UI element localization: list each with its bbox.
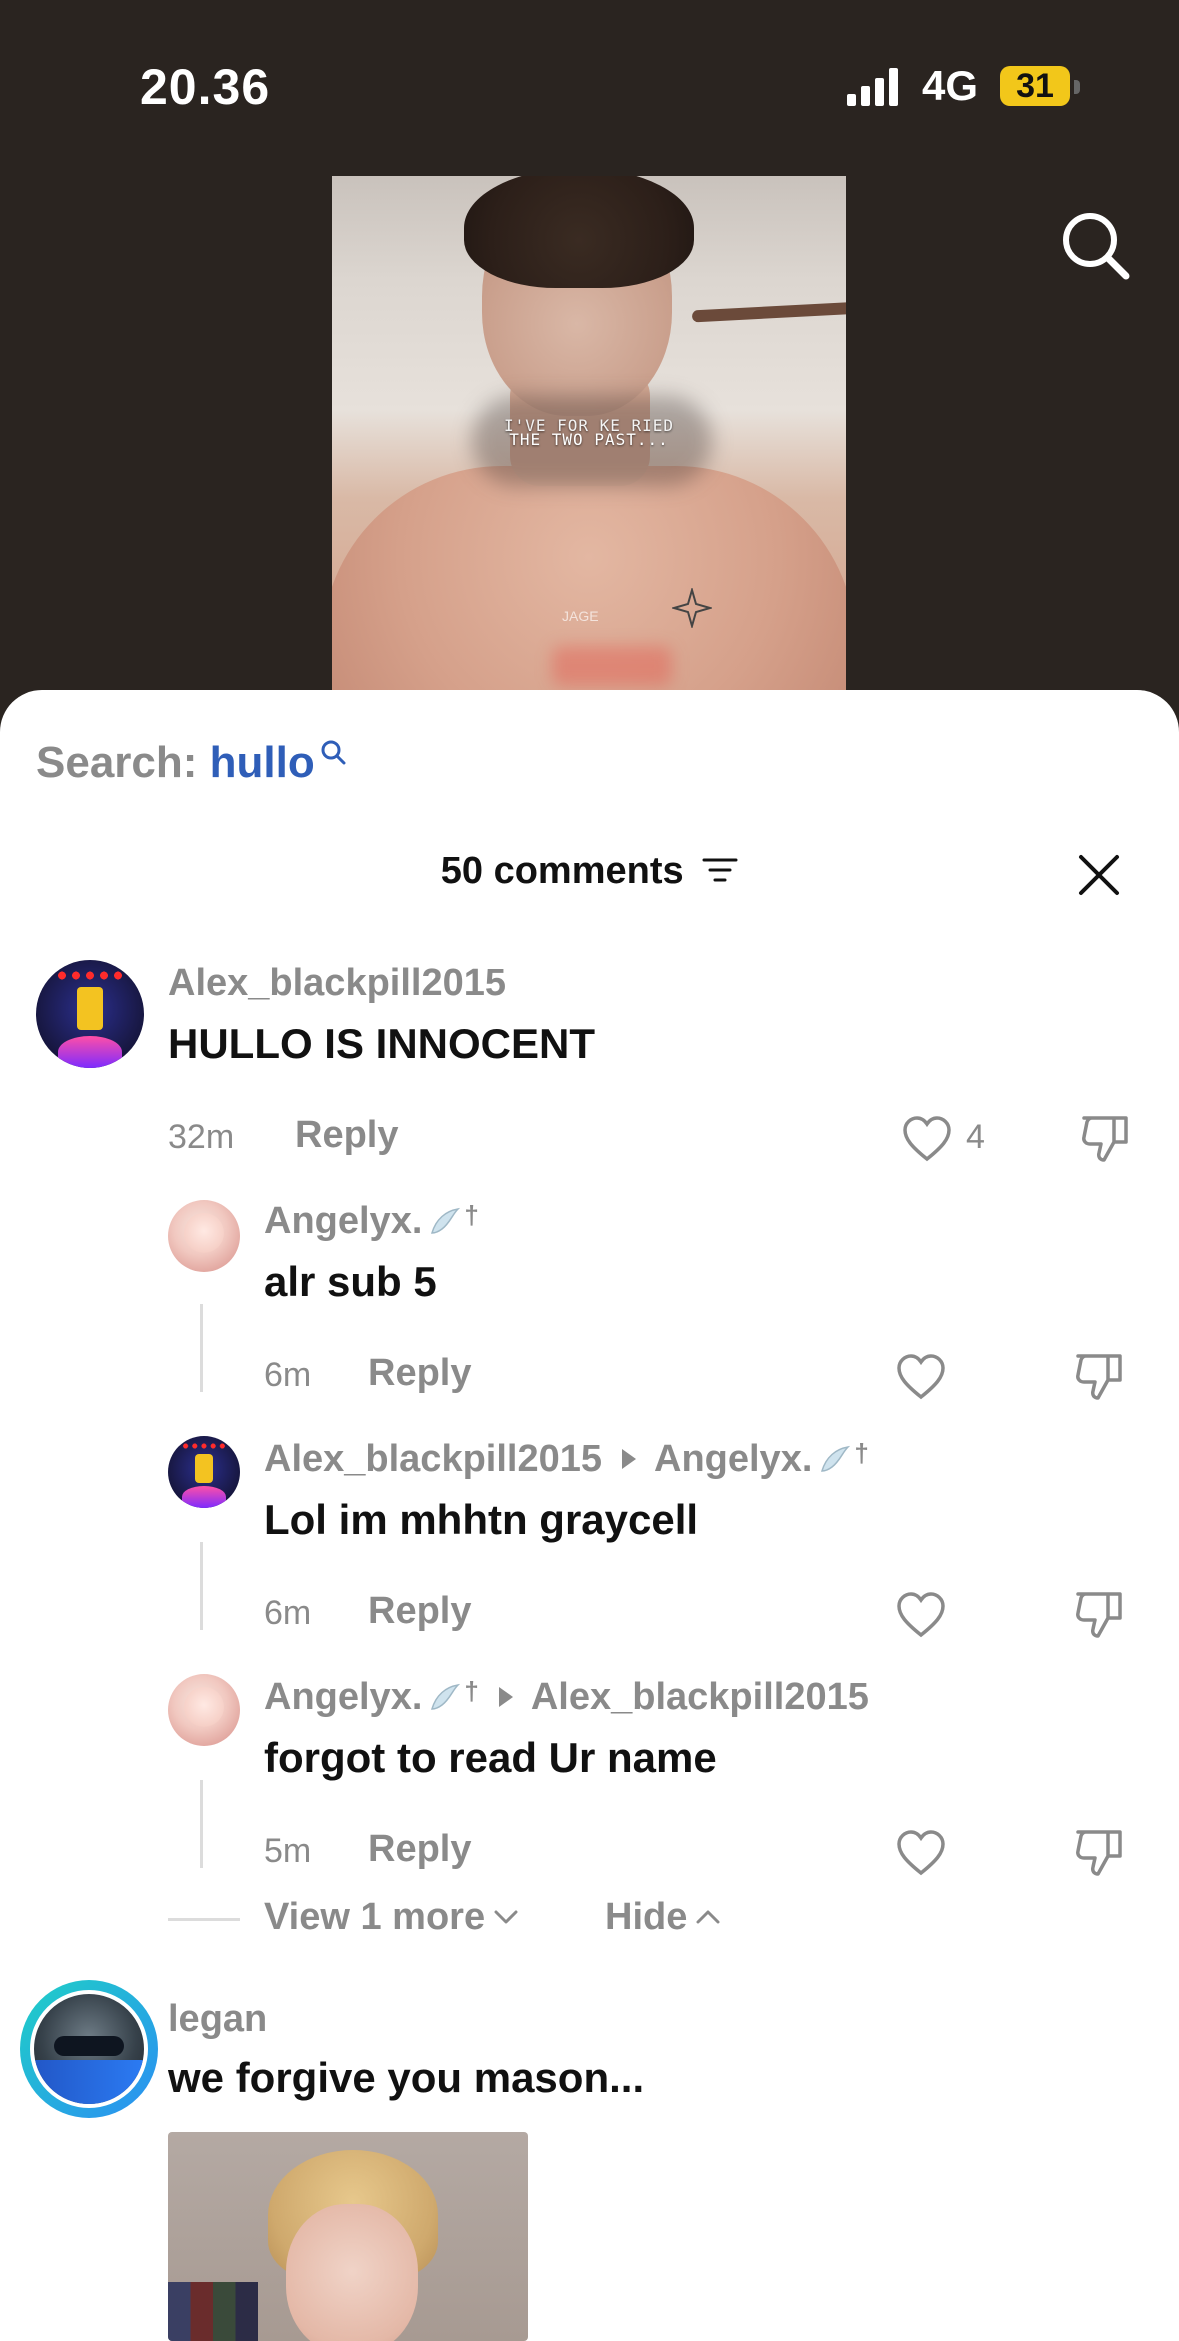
avatar-sunglasses	[53, 2035, 125, 2056]
username-text: Alex_blackpill2015	[264, 1438, 602, 1480]
avatar-sun	[182, 1486, 226, 1508]
comments-sheet: Search: hullo 50 comments Alex_blackpill…	[0, 690, 1179, 2341]
comment-username[interactable]: Alex_blackpill2015	[168, 962, 506, 1005]
reply-button[interactable]: Reply	[368, 1590, 471, 1633]
comment-age: 5m	[264, 1832, 312, 1870]
avatar-face	[183, 1686, 225, 1728]
heart-icon[interactable]	[896, 1830, 946, 1876]
status-bar: 20.36 4G 31	[0, 0, 1179, 170]
avatar-face	[183, 1212, 225, 1254]
wing-icon	[431, 1207, 461, 1234]
avatar[interactable]	[36, 960, 144, 1068]
comments-header: 50 comments	[0, 850, 1179, 893]
search-query-row[interactable]: Search: hullo	[36, 738, 347, 788]
dagger-icon: †	[854, 1438, 869, 1468]
avatar-figure	[195, 1454, 213, 1483]
reply-to-username[interactable]: Angelyx.	[654, 1438, 812, 1480]
search-term[interactable]: hullo	[210, 738, 315, 787]
comment-text: we forgive you mason...	[168, 2054, 645, 2101]
avatar-hearts	[55, 968, 125, 982]
hide-label: Hide	[605, 1896, 688, 1938]
wing-icon	[431, 1683, 461, 1710]
comment-username[interactable]: Angelyx. †	[264, 1200, 479, 1243]
reply-arrow-icon	[498, 1687, 513, 1707]
heart-icon[interactable]	[902, 1116, 952, 1162]
hide-button[interactable]: Hide	[605, 1896, 721, 1939]
thread-line	[200, 1542, 203, 1630]
avatar-sun	[57, 1035, 123, 1068]
reply-button[interactable]: Reply	[368, 1352, 471, 1395]
gif-books	[168, 2282, 258, 2341]
reply-arrow-icon	[622, 1449, 636, 1469]
avatar[interactable]	[168, 1200, 240, 1272]
thumbs-down-icon[interactable]	[1074, 1826, 1126, 1878]
chevron-up-icon	[696, 1910, 720, 1924]
signal-icon	[847, 68, 898, 106]
avatar[interactable]	[168, 1674, 240, 1746]
comment-username[interactable]: Alex_blackpill2015 Angelyx. †	[264, 1438, 869, 1481]
close-icon[interactable]	[1076, 852, 1122, 898]
comments-count: 50 comments	[440, 850, 684, 892]
battery-level: 31	[1000, 66, 1070, 106]
chevron-down-icon	[494, 1910, 518, 1924]
avatar[interactable]	[168, 1436, 240, 1508]
video-preview[interactable]: I'VE FOR KE RIED THE TWO PAST... JAGE	[332, 176, 846, 696]
reply-to-username[interactable]: Alex_blackpill2015	[531, 1676, 869, 1718]
search-mini-icon[interactable]	[319, 738, 347, 766]
comment-username[interactable]: Angelyx. † Alex_blackpill2015	[264, 1676, 869, 1719]
view-more-button[interactable]: View 1 more	[264, 1896, 519, 1939]
thumbs-down-icon[interactable]	[1074, 1350, 1126, 1402]
red-blur	[552, 646, 672, 686]
reply-button[interactable]: Reply	[295, 1114, 398, 1157]
avatar-jersey	[34, 2060, 144, 2104]
thumbs-down-icon[interactable]	[1080, 1112, 1132, 1164]
comment-text: alr sub 5	[264, 1258, 437, 1305]
thread-line	[200, 1304, 203, 1392]
battery-tip	[1074, 80, 1080, 94]
username-text: Angelyx.	[264, 1200, 423, 1242]
thread-divider	[168, 1918, 240, 1921]
dagger-icon: †	[464, 1200, 479, 1230]
thumbs-down-icon[interactable]	[1074, 1588, 1126, 1640]
search-icon[interactable]	[1060, 210, 1130, 280]
video-caption-2: THE TWO PAST...	[509, 430, 669, 449]
heart-icon[interactable]	[896, 1354, 946, 1400]
comment-age: 6m	[264, 1356, 312, 1394]
comment-age: 32m	[168, 1118, 235, 1156]
wing-icon	[821, 1445, 851, 1472]
reply-button[interactable]: Reply	[368, 1828, 471, 1871]
view-more-label: View 1 more	[264, 1896, 486, 1938]
ceiling-fan	[691, 301, 846, 323]
status-time: 20.36	[140, 59, 271, 115]
sort-icon[interactable]	[702, 855, 738, 885]
video-hair	[464, 176, 694, 288]
thread-line	[200, 1780, 203, 1868]
comment-text: forgot to read Ur name	[264, 1734, 717, 1781]
like-count: 4	[966, 1118, 985, 1156]
avatar[interactable]	[30, 1990, 148, 2108]
comment-gif[interactable]	[168, 2132, 528, 2341]
search-prefix: Search:	[36, 738, 198, 787]
comment-text: HULLO IS INNOCENT	[168, 1020, 595, 1067]
heart-icon[interactable]	[896, 1592, 946, 1638]
comment-username[interactable]: legan	[168, 1998, 267, 2041]
network-label: 4G	[922, 62, 979, 109]
comment-text: Lol im mhhtn graycell	[264, 1496, 699, 1543]
avatar-hearts	[180, 1441, 228, 1451]
gif-face	[286, 2204, 418, 2341]
username-text: Angelyx.	[264, 1676, 423, 1718]
dagger-icon: †	[464, 1676, 479, 1706]
comment-age: 6m	[264, 1594, 312, 1632]
tattoo-text: JAGE	[562, 608, 599, 624]
cross-tattoo	[672, 588, 712, 628]
avatar-figure	[77, 987, 103, 1031]
